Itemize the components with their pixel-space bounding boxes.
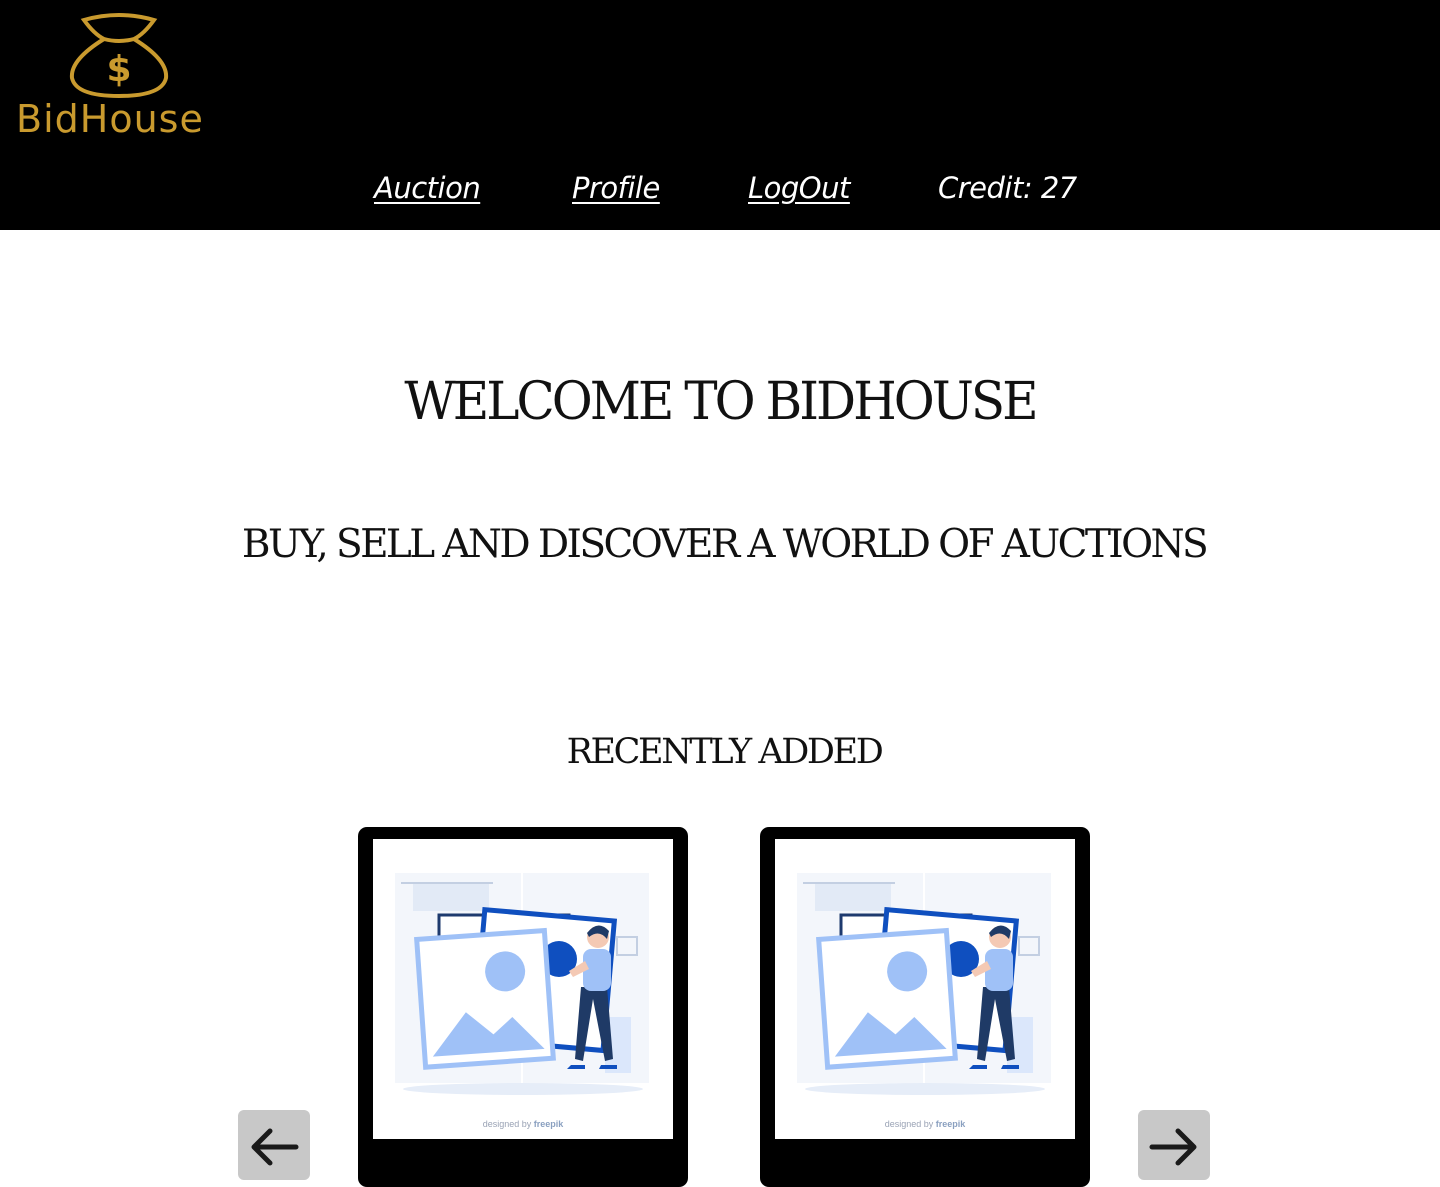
auction-card-image[interactable]: designed by freepik [373,839,673,1139]
recently-added-heading: RECENTLY ADDED [566,732,884,772]
main-nav: Auction Profile LogOut Credit: 27 [0,168,1440,212]
credit-display: Credit: 27 [938,171,1077,205]
nav-profile-link[interactable]: Profile [572,168,660,208]
site-header: $ BidHouse Auction Profile LogOut Credit… [0,0,1440,230]
auction-card[interactable]: designed by freepik [358,827,688,1187]
carousel-prev-button[interactable] [238,1110,310,1180]
page-title: WELCOME TO BIDHOUSE [404,370,1038,432]
auction-card[interactable]: designed by freepik [760,827,1090,1187]
image-placeholder-illustration [797,873,1051,1095]
svg-text:$: $ [106,49,131,90]
page-subtitle: BUY, SELL AND DISCOVER A WORLD OF AUCTIO… [241,522,1209,567]
logo-text: BidHouse [16,97,204,141]
auction-card-image[interactable]: designed by freepik [775,839,1075,1139]
freepik-logo: freepik [533,1119,564,1129]
arrow-right-icon [1149,1128,1197,1166]
image-credit: designed by freepik [482,1119,564,1129]
nav-logout-link[interactable]: LogOut [748,168,850,208]
logo[interactable]: $ BidHouse [14,12,229,147]
nav-auction-link[interactable]: Auction [374,168,481,208]
freepik-logo: freepik [935,1119,966,1129]
arrow-left-icon [251,1128,299,1166]
carousel-next-button[interactable] [1138,1110,1210,1180]
money-bag-icon: $ [69,13,169,99]
image-placeholder-illustration [395,873,649,1095]
image-credit: designed by freepik [884,1119,966,1129]
